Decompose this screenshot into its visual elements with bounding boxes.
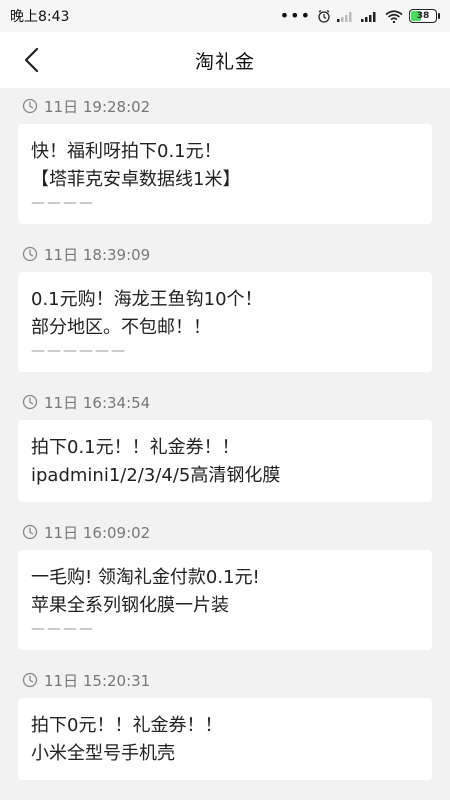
message-card[interactable]: 快！福利呀拍下0.1元！ 【塔菲克安卓数据线1米】 ———— — [18, 124, 432, 224]
message-card[interactable]: 一毛购! 领淘礼金付款0.1元! 苹果全系列钢化膜一片装 ———— — [18, 550, 432, 650]
message-text-line: 拍下0元！！礼金券！！ — [31, 715, 223, 736]
clock-icon — [22, 98, 38, 114]
message-timestamp: 11日 15:20:31 — [0, 662, 450, 698]
status-time: 晚上8:43 — [10, 9, 70, 25]
timestamp-text: 11日 16:09:02 — [44, 523, 151, 542]
timestamp-text: 11日 18:39:09 — [44, 245, 151, 264]
signal-icon — [361, 12, 376, 22]
signal-icon — [337, 12, 352, 22]
message-timestamp: 11日 19:28:02 — [0, 88, 450, 124]
message-timestamp: 11日 16:09:02 — [0, 514, 450, 550]
message-text-line: ipadmini1/2/3/4/5高清钢化膜 — [31, 465, 281, 486]
nav-bar: 淘礼金 — [0, 32, 450, 88]
back-button[interactable] — [14, 42, 50, 78]
clock-icon — [22, 672, 38, 688]
timestamp-text: 11日 16:34:54 — [44, 393, 151, 412]
message-card[interactable]: 0.1元购！海龙王鱼钩10个！ 部分地区。不包邮！！ —————— — [18, 272, 432, 372]
message-text-line: 拍下0.1元！！礼金券！！ — [31, 437, 240, 458]
status-icons: ••• 38 — [280, 8, 440, 24]
message-card[interactable]: 拍下0元！！礼金券！！ 小米全型号手机壳 — [18, 698, 432, 780]
more-dots-icon: ••• — [279, 6, 311, 25]
message-entry: 11日 16:09:02 一毛购! 领淘礼金付款0.1元! 苹果全系列钢化膜一片装 —… — [0, 514, 450, 650]
timestamp-text: 11日 15:20:31 — [44, 671, 151, 690]
message-text-line: 一毛购! 领淘礼金付款0.1元! — [31, 567, 260, 588]
wifi-icon — [385, 9, 403, 23]
message-timestamp: 11日 16:34:54 — [0, 384, 450, 420]
message-entry: 11日 15:20:31 拍下0元！！礼金券！！ 小米全型号手机壳 — [0, 662, 450, 780]
message-text-line: 快！福利呀拍下0.1元！ — [31, 141, 222, 162]
clock-icon — [22, 394, 38, 410]
clock-icon — [22, 246, 38, 262]
message-card[interactable]: 拍下0.1元！！礼金券！！ ipadmini1/2/3/4/5高清钢化膜 — [18, 420, 432, 502]
timestamp-text: 11日 19:28:02 — [44, 97, 151, 116]
message-entry: 11日 16:34:54 拍下0.1元！！礼金券！！ ipadmini1/2/3/4… — [0, 384, 450, 502]
alarm-icon — [318, 10, 330, 23]
page-title: 淘礼金 — [194, 50, 255, 73]
message-feed[interactable]: 11日 19:28:02 快！福利呀拍下0.1元！ 【塔菲克安卓数据线1米】 ————… — [0, 88, 450, 792]
message-text-line: 【塔菲克安卓数据线1米】 — [31, 169, 241, 190]
status-bar: 晚上8:43 ••• 38 — [0, 0, 450, 32]
message-text-line: 0.1元购！海龙王鱼钩10个！ — [31, 289, 263, 310]
message-text-line: 苹果全系列钢化膜一片装 — [31, 595, 229, 616]
message-text-line: 小米全型号手机壳 — [31, 743, 175, 764]
message-divider-dashes: ———— — [31, 621, 95, 637]
message-text-line: 部分地区。不包邮！！ — [31, 317, 211, 338]
message-entry: 11日 19:28:02 快！福利呀拍下0.1元！ 【塔菲克安卓数据线1米】 ———— — [0, 88, 450, 224]
message-timestamp: 11日 18:39:09 — [0, 236, 450, 272]
message-divider-dashes: —————— — [31, 343, 127, 359]
clock-icon — [22, 524, 38, 540]
message-entry: 11日 18:39:09 0.1元购！海龙王鱼钩10个！ 部分地区。不包邮！！ ———… — [0, 236, 450, 372]
chevron-left-icon — [24, 47, 39, 73]
message-divider-dashes: ———— — [31, 195, 95, 211]
battery-icon: 38 — [409, 9, 440, 23]
battery-level: 38 — [416, 11, 430, 21]
